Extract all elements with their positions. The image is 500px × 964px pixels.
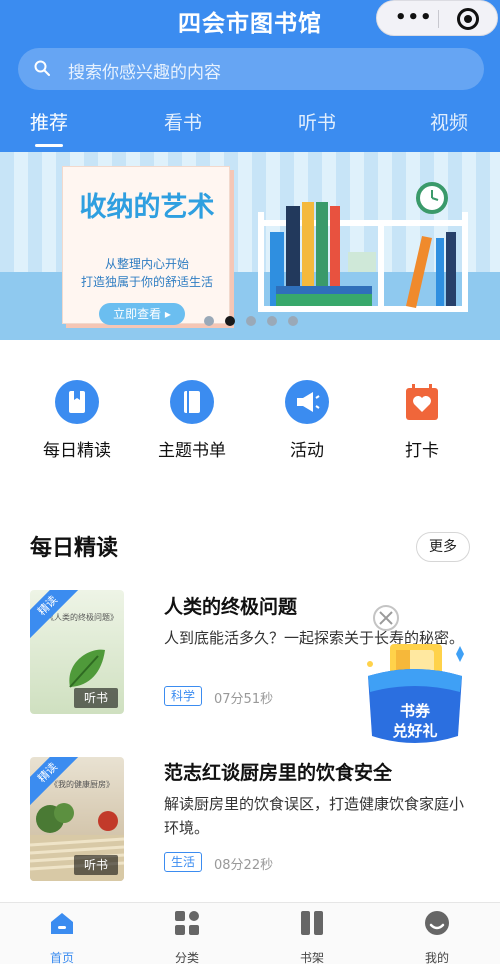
bookshelf-icon (301, 911, 323, 935)
duration: 08分22秒 (214, 858, 274, 873)
audio-tag: 听书 (74, 855, 118, 875)
more-options-icon[interactable]: ••• (395, 9, 433, 27)
entry-daily-reading[interactable]: 每日精读 (22, 380, 132, 461)
nav-category[interactable]: 分类 (147, 909, 227, 964)
audio-tag: 听书 (74, 688, 118, 708)
bottom-tab-bar: 首页 分类 书架 我的 (0, 902, 500, 964)
banner-subtitle-2: 打造独属于你的舒适生活 (80, 275, 213, 289)
calendar-heart-icon (400, 380, 444, 424)
cover-title: 《人类的终极问题》 (46, 613, 118, 622)
view-now-button[interactable]: 立即查看 ▸ (99, 303, 185, 325)
tab-listen[interactable]: 听书 (298, 108, 336, 135)
carousel-dot-active[interactable] (225, 316, 235, 326)
bookshelf-illustration (258, 182, 468, 312)
carousel-dot[interactable] (204, 316, 214, 326)
bookmark-book-icon (55, 380, 99, 424)
capsule-divider (438, 10, 439, 28)
carousel-dot[interactable] (267, 316, 277, 326)
cover-title: 《我的健康厨房》 (50, 780, 114, 789)
category-tabs: 推荐 看书 听书 视频 (0, 104, 500, 152)
entry-checkin[interactable]: 打卡 (367, 380, 477, 461)
banner-subtitle-1: 从整理内心开始 (104, 257, 189, 271)
floating-coupon-ad[interactable]: 书券 兑好礼 (360, 604, 470, 754)
active-tab-indicator (35, 144, 63, 147)
item-title[interactable]: 范志红谈厨房里的饮食安全 (164, 758, 392, 785)
duration: 07分51秒 (214, 692, 274, 707)
carousel-indicator (200, 316, 300, 328)
nav-label: 我的 (424, 951, 449, 964)
entry-label: 活动 (290, 441, 324, 461)
grid-icon (175, 911, 199, 935)
tab-read[interactable]: 看书 (164, 108, 202, 135)
search-placeholder: 搜索你感兴趣的内容 (68, 63, 221, 83)
section-title: 每日精读 (30, 536, 119, 561)
item-title[interactable]: 人类的终极问题 (164, 592, 297, 619)
tab-recommend[interactable]: 推荐 (30, 108, 68, 135)
entry-label: 每日精读 (43, 441, 111, 461)
entry-label: 打卡 (405, 441, 439, 461)
nav-bookshelf[interactable]: 书架 (272, 909, 352, 964)
search-bar[interactable]: 搜索你感兴趣的内容 (18, 48, 484, 90)
book-cover[interactable]: 《我的健康厨房》 精读 听书 (30, 757, 124, 881)
close-icon[interactable] (374, 606, 398, 630)
entry-label: 主题书单 (158, 441, 226, 461)
profile-icon (425, 911, 449, 935)
nav-home[interactable]: 首页 (22, 909, 102, 964)
category-tag: 科学 (164, 686, 203, 706)
book-cover[interactable]: 《人类的终极问题》 精读 听书 (30, 590, 124, 714)
carousel-dot[interactable] (246, 316, 256, 326)
close-target-icon[interactable] (457, 8, 479, 30)
item-description: 解读厨房里的饮食误区，打造健康饮食家庭小环境。 (164, 795, 465, 837)
banner-title: 收纳的艺术 (79, 192, 215, 223)
leaf-illustration (69, 649, 105, 688)
nav-label: 分类 (174, 951, 199, 964)
coupon-text-2: 兑好礼 (392, 722, 438, 740)
more-button[interactable]: 更多 (416, 532, 470, 562)
banner-card: 收纳的艺术 从整理内心开始 打造独属于你的舒适生活 立即查看 ▸ (62, 166, 230, 325)
promo-banner[interactable]: 收纳的艺术 从整理内心开始 打造独属于你的舒适生活 立即查看 ▸ (0, 152, 500, 340)
nav-profile[interactable]: 我的 (397, 909, 477, 964)
search-icon (34, 60, 50, 76)
tab-video[interactable]: 视频 (430, 108, 468, 135)
entry-activity[interactable]: 活动 (252, 380, 362, 461)
megaphone-icon (285, 380, 329, 424)
carousel-dot[interactable] (288, 316, 298, 326)
home-icon (51, 913, 73, 934)
nav-label: 首页 (49, 951, 74, 964)
entry-theme-booklist[interactable]: 主题书单 (137, 380, 247, 461)
coupon-text-1: 书券 (399, 702, 430, 720)
category-tag: 生活 (164, 852, 203, 872)
booklist-icon (170, 380, 214, 424)
mini-program-capsule: ••• (376, 0, 498, 36)
app-header: 四会市图书馆 ••• 搜索你感兴趣的内容 推荐 看书 听书 视频 (0, 0, 500, 152)
nav-label: 书架 (299, 951, 324, 964)
